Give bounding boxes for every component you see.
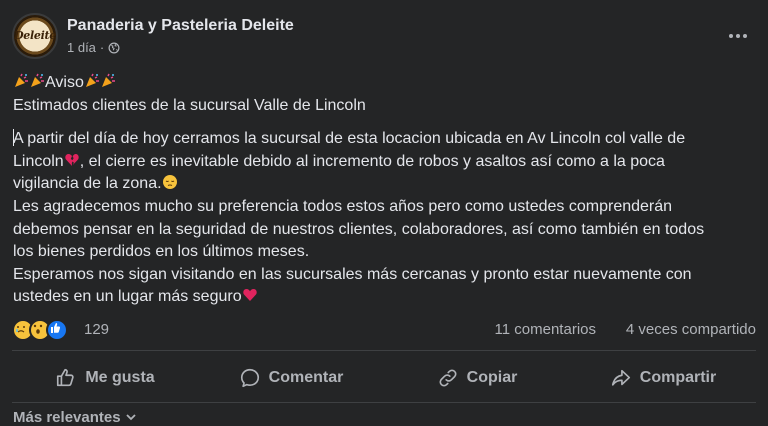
post-header: Deleite Panaderia y Pasteleria Deleite 1… [12, 12, 756, 60]
post-line: los bienes perdidos en los últimos meses… [13, 243, 310, 261]
logo-text: Deleite [14, 29, 56, 42]
comment-sort-label: Más relevantes [13, 409, 121, 426]
like-reaction-icon [46, 319, 68, 341]
more-options-button[interactable] [720, 22, 756, 50]
aviso-line: Aviso [13, 72, 758, 95]
link-icon [439, 369, 457, 387]
post-line: Les agradecemos mucho su preferencia tod… [13, 197, 673, 215]
party-popper-icon [31, 73, 44, 87]
post-time[interactable]: 1 día [67, 40, 96, 55]
globe-icon [108, 42, 120, 53]
post-line: Esperamos nos sigan visitando en las suc… [13, 265, 692, 283]
comment-sort-dropdown[interactable]: Más relevantes [13, 409, 137, 426]
reaction-summary[interactable] [12, 319, 68, 341]
post-line-text: ustedes en un lugar más seguro [13, 288, 242, 306]
chevron-down-icon [126, 414, 136, 421]
broken-heart-icon [65, 153, 79, 166]
more-dot-icon [729, 34, 733, 38]
meta-separator: · [99, 40, 105, 55]
actions-divider [12, 402, 756, 403]
party-popper-icon [101, 73, 115, 87]
share-arrow-icon [611, 369, 630, 386]
post-line-text: , el cierre es inevitable debido al incr… [79, 152, 665, 170]
share-label: Compartir [639, 369, 717, 386]
more-dot-icon [736, 34, 740, 38]
post-meta: 1 día · [67, 40, 120, 55]
comments-count-link[interactable]: 11 comentarios [495, 321, 596, 338]
post-line: ustedes en un lugar más seguro [13, 286, 758, 309]
post-text: Aviso Estimados clientes de la sucursal … [13, 72, 758, 309]
post-line: debemos pensar en la seguridad de nuestr… [13, 220, 705, 238]
red-heart-icon [242, 289, 257, 302]
page-avatar[interactable]: Deleite [12, 13, 58, 59]
post-line-text: A partir del día de hoy cerramos la sucu… [13, 130, 686, 148]
share-button[interactable]: Compartir [570, 356, 756, 400]
like-button[interactable]: Me gusta [12, 356, 198, 400]
copy-button[interactable]: Copiar [384, 356, 570, 400]
party-popper-icon [85, 73, 99, 87]
copy-label: Copiar [466, 369, 518, 386]
comment-label: Comentar [268, 369, 344, 386]
like-label: Me gusta [85, 369, 155, 386]
paragraph-spacer [13, 117, 758, 128]
post-stats: 129 11 comentarios 4 veces compartido [12, 318, 756, 342]
thumbs-up-icon [57, 368, 75, 387]
post-line: vigilancia de la zona. [13, 173, 758, 196]
post-line-text: vigilancia de la zona. [13, 175, 162, 193]
party-popper-icon [15, 73, 28, 87]
reaction-count[interactable]: 129 [84, 321, 109, 338]
post-line: A partir del día de hoy cerramos la sucu… [13, 128, 758, 151]
page-name-link[interactable]: Panaderia y Pasteleria Deleite [67, 17, 294, 35]
comment-bubble-icon [240, 368, 259, 388]
more-dot-icon [743, 34, 747, 38]
pensive-face-icon [162, 175, 177, 190]
post-line: Lincoln , el cierre es inevitable debido … [13, 151, 758, 174]
stats-divider [12, 350, 756, 351]
post-line-text: Lincoln [13, 152, 64, 170]
aviso-text: Aviso [45, 74, 84, 91]
action-bar: Me gusta Comentar Copiar Compartir [12, 356, 756, 400]
shares-count-link[interactable]: 4 veces compartido [626, 321, 756, 338]
post-line: Estimados clientes de la sucursal Valle … [13, 96, 366, 114]
comment-button[interactable]: Comentar [198, 356, 384, 400]
